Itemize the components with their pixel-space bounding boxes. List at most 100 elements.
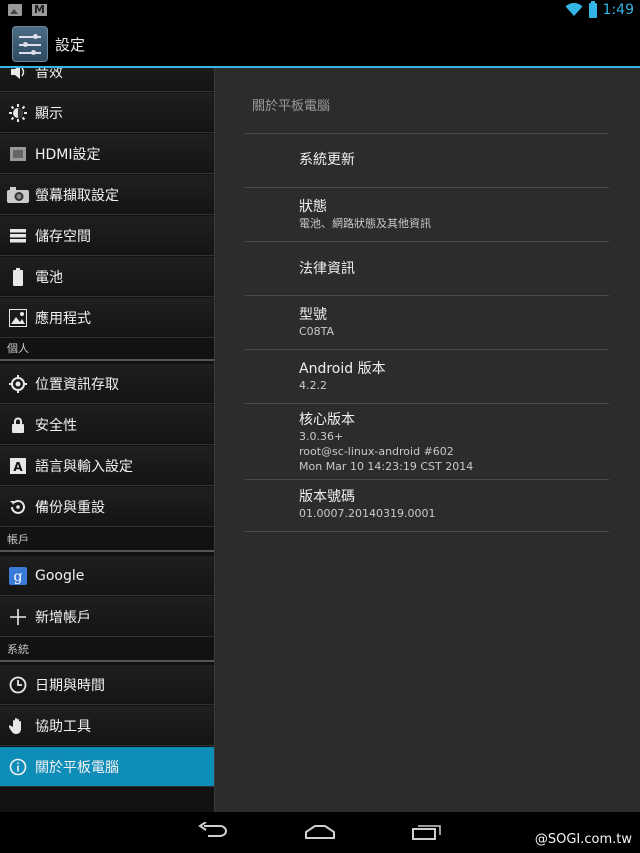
notification-icons <box>8 3 47 16</box>
sidebar-item-label: 安全性 <box>35 417 77 434</box>
item-summary-line: root@sc-linux-android #602 <box>299 445 454 458</box>
hand-icon <box>7 715 29 737</box>
gmail-icon <box>32 3 47 16</box>
sidebar-item-label: 備份與重設 <box>35 499 105 516</box>
section-header-accounts: 帳戶 <box>0 531 214 552</box>
settings-sidebar[interactable]: 音效 顯示 HDMI設定 螢幕擷取設定 儲存空間 電池 應用程式 個人 位置資訊… <box>0 68 214 812</box>
location-icon <box>7 373 29 395</box>
item-summary: 4.2.2 <box>299 379 327 392</box>
item-summary: 01.0007.20140319.0001 <box>299 507 436 520</box>
image-icon <box>8 4 22 16</box>
google-icon: g <box>7 565 29 587</box>
item-summary-line: Mon Mar 10 14:23:19 CST 2014 <box>299 460 474 473</box>
sidebar-item-language[interactable]: A 語言與輸入設定 <box>0 446 214 486</box>
item-title: 系統更新 <box>299 152 355 168</box>
page-title: 設定 <box>55 36 86 54</box>
brightness-icon <box>7 102 29 124</box>
info-icon <box>7 756 29 778</box>
clock-icon <box>7 674 29 696</box>
divider <box>245 133 609 134</box>
android-version-item[interactable]: Android 版本 4.2.2 <box>299 360 619 393</box>
sidebar-item-security[interactable]: 安全性 <box>0 405 214 445</box>
sidebar-item-hdmi[interactable]: HDMI設定 <box>0 134 214 174</box>
divider <box>245 187 609 188</box>
sidebar-item-label: 位置資訊存取 <box>35 376 119 393</box>
section-header-system: 系統 <box>0 641 214 662</box>
wifi-icon <box>565 3 583 16</box>
sidebar-item-label: 顯示 <box>35 105 63 122</box>
battery-icon <box>7 266 29 288</box>
system-update-item[interactable]: 系統更新 <box>299 151 619 169</box>
sidebar-item-about-tablet[interactable]: 關於平板電腦 <box>0 747 214 787</box>
status-item[interactable]: 狀態 電池、網路狀態及其他資訊 <box>299 198 619 231</box>
divider <box>245 531 609 532</box>
item-summary-line: 3.0.36+ <box>299 430 344 443</box>
sidebar-item-label: HDMI設定 <box>35 146 101 163</box>
item-title: 版本號碼 <box>299 489 355 505</box>
item-title: Android 版本 <box>299 361 386 377</box>
legal-info-item[interactable]: 法律資訊 <box>299 260 619 278</box>
build-number-item[interactable]: 版本號碼 01.0007.20140319.0001 <box>299 488 619 521</box>
storage-icon <box>7 225 29 247</box>
sidebar-item-backup[interactable]: 備份與重設 <box>0 487 214 527</box>
sidebar-item-display[interactable]: 顯示 <box>0 93 214 133</box>
action-bar: 設定 <box>0 22 640 68</box>
sidebar-item-label: 語言與輸入設定 <box>35 458 133 475</box>
settings-icon[interactable] <box>12 26 48 62</box>
svg-text:g: g <box>14 569 23 585</box>
divider <box>245 295 609 296</box>
backup-icon <box>7 496 29 518</box>
item-title: 型號 <box>299 307 327 323</box>
item-summary: 電池、網路狀態及其他資訊 <box>299 217 431 230</box>
sidebar-item-apps[interactable]: 應用程式 <box>0 298 214 338</box>
about-tablet-pane: 關於平板電腦 系統更新 狀態 電池、網路狀態及其他資訊 法律資訊 型號 C08T… <box>214 68 640 812</box>
battery-icon <box>588 0 597 18</box>
camera-icon <box>7 184 29 206</box>
status-bar: 1:49 <box>0 0 640 22</box>
watermark: @SOGI.com.tw <box>534 832 632 847</box>
item-summary: C08TA <box>299 325 335 338</box>
sidebar-item-label: 新增帳戶 <box>35 609 91 626</box>
divider <box>245 349 609 350</box>
sidebar-item-date-time[interactable]: 日期與時間 <box>0 665 214 705</box>
sidebar-item-screenshot[interactable]: 螢幕擷取設定 <box>0 175 214 215</box>
sidebar-item-location[interactable]: 位置資訊存取 <box>0 364 214 404</box>
sidebar-item-label: 應用程式 <box>35 310 91 327</box>
sidebar-item-label: 日期與時間 <box>35 677 105 694</box>
sidebar-item-label: 儲存空間 <box>35 228 91 245</box>
section-header-personal: 個人 <box>0 340 214 361</box>
sidebar-item-label: 電池 <box>35 269 63 286</box>
sidebar-item-add-account[interactable]: 新增帳戶 <box>0 597 214 637</box>
back-icon[interactable] <box>198 822 228 840</box>
sidebar-item-label: 音效 <box>35 68 63 81</box>
hdmi-icon <box>7 143 29 165</box>
pane-title: 關於平板電腦 <box>252 99 331 114</box>
home-icon[interactable] <box>305 825 335 839</box>
sidebar-item-google[interactable]: g Google <box>0 556 214 596</box>
plus-icon <box>7 606 29 628</box>
sidebar-item-accessibility[interactable]: 協助工具 <box>0 706 214 746</box>
item-title: 法律資訊 <box>299 261 355 277</box>
divider <box>245 479 609 480</box>
sidebar-item-label: 關於平板電腦 <box>35 759 119 776</box>
keyboard-icon: A <box>7 455 29 477</box>
recent-apps-icon[interactable] <box>412 824 442 840</box>
divider <box>245 403 609 404</box>
item-title: 核心版本 <box>299 412 355 428</box>
kernel-version-item: 核心版本 3.0.36+ root@sc-linux-android #602 … <box>299 411 619 474</box>
apps-icon <box>7 307 29 329</box>
sidebar-item-storage[interactable]: 儲存空間 <box>0 216 214 256</box>
sidebar-item-sound[interactable]: 音效 <box>0 68 214 92</box>
system-icons: 1:49 <box>565 0 634 18</box>
speaker-icon <box>7 68 29 83</box>
lock-icon <box>7 414 29 436</box>
item-title: 狀態 <box>299 199 327 215</box>
model-item: 型號 C08TA <box>299 306 619 339</box>
sidebar-item-battery[interactable]: 電池 <box>0 257 214 297</box>
navigation-bar: @SOGI.com.tw <box>0 812 640 853</box>
svg-text:A: A <box>13 460 23 474</box>
sidebar-item-label: Google <box>35 567 85 584</box>
divider <box>245 241 609 242</box>
sidebar-item-label: 螢幕擷取設定 <box>35 187 119 204</box>
sidebar-item-label: 協助工具 <box>35 718 91 735</box>
